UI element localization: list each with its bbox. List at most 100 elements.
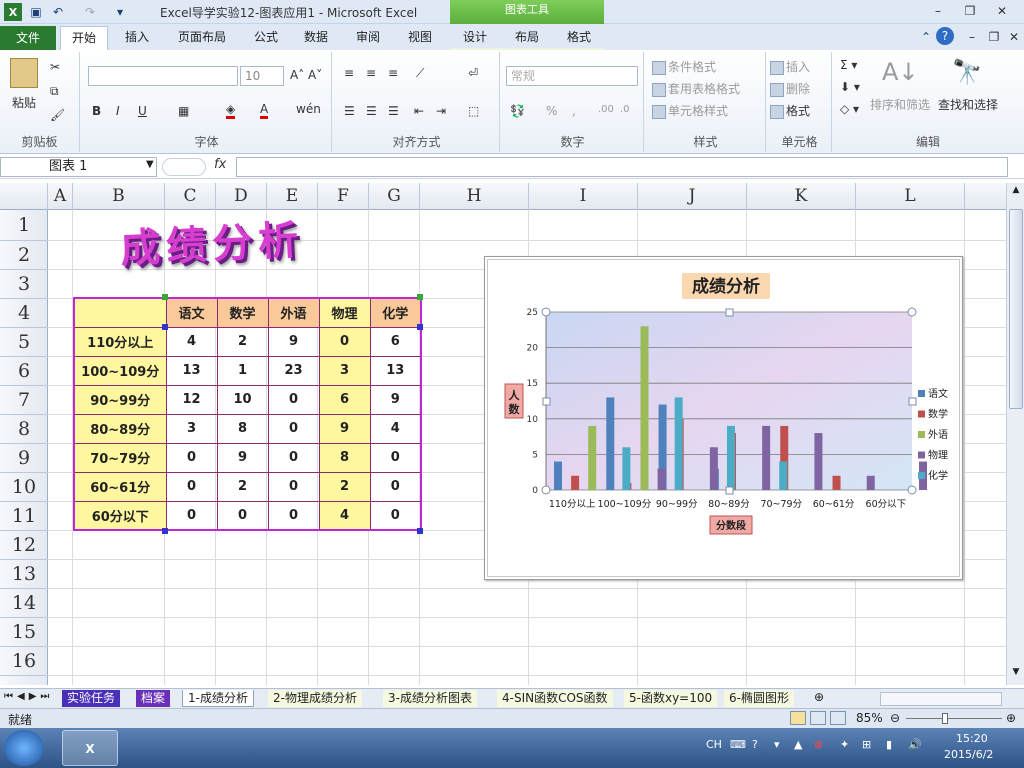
table-header-cell[interactable]: 外语 (267, 297, 320, 328)
tab-insert[interactable]: 插入 (116, 26, 158, 50)
merge-center-icon[interactable]: ⬚ (468, 104, 479, 118)
table-cell[interactable]: 8 (216, 413, 269, 444)
column-header[interactable]: J (638, 183, 747, 210)
align-top-icon[interactable]: ≡ (344, 66, 354, 80)
column-header[interactable]: B (73, 183, 165, 210)
table-cell[interactable]: 0 (267, 384, 320, 415)
table-cell[interactable]: 0 (165, 471, 218, 502)
tab-design[interactable]: 设计 (455, 26, 495, 50)
workbook-minimize-icon[interactable]: – (960, 28, 984, 46)
table-header-cell[interactable]: 化学 (369, 297, 422, 328)
insert-cells-button[interactable]: 插入 (770, 58, 810, 75)
row-header[interactable]: 9 (0, 444, 48, 473)
number-format-combo[interactable]: 常规 (506, 66, 638, 86)
sheet-tab[interactable]: 6-椭圆图形 (724, 690, 794, 707)
sheet-tab[interactable]: 档案 (136, 690, 171, 707)
underline-button[interactable]: U (138, 104, 147, 118)
sheet-nav-icon[interactable]: ⏮◀▶⏭ (4, 691, 53, 702)
align-center-icon[interactable]: ☰ (366, 104, 377, 118)
tab-layout[interactable]: 布局 (507, 26, 547, 50)
decrease-decimal-icon[interactable]: .0 (620, 104, 630, 115)
table-handle[interactable] (162, 324, 168, 330)
table-cell[interactable]: 2 (216, 471, 269, 502)
row-header[interactable]: 7 (0, 386, 48, 415)
border-icon[interactable]: ▦ (178, 104, 189, 118)
table-cell[interactable]: 0 (267, 413, 320, 444)
windows-flag-icon[interactable]: ⊞ (862, 738, 871, 751)
table-row-label[interactable]: 60分以下 (73, 500, 167, 531)
table-header-cell[interactable]: 语文 (165, 297, 218, 328)
conditional-format-button[interactable]: 条件格式 (652, 58, 716, 75)
column-header[interactable]: C (165, 183, 216, 210)
chart-area[interactable]: 成绩分析 0 5 10 15 20 25 人数 110分以上 100~109分 90~99分 80~8… (487, 259, 960, 577)
table-cell[interactable]: 12 (165, 384, 218, 415)
table-cell[interactable]: 4 (165, 326, 218, 357)
table-cell[interactable]: 6 (318, 384, 371, 415)
vertical-scrollbar[interactable]: ▲ ▼ (1006, 183, 1024, 685)
minimize-icon[interactable]: – (926, 2, 950, 20)
delete-cells-button[interactable]: 删除 (770, 80, 810, 97)
zoom-in-icon[interactable]: ⊕ (1006, 711, 1016, 725)
font-color-icon[interactable]: A (260, 102, 269, 119)
table-handle[interactable] (162, 294, 168, 300)
scroll-down-icon[interactable]: ▼ (1009, 667, 1023, 681)
tab-format[interactable]: 格式 (559, 26, 599, 50)
page-layout-view-icon[interactable] (810, 711, 826, 725)
table-handle[interactable] (162, 528, 168, 534)
undo-icon[interactable]: ↶ (50, 3, 66, 21)
font-size-combo[interactable]: 10 (240, 66, 284, 86)
keyboard-icon[interactable]: ⌨ (730, 738, 746, 751)
table-handle[interactable] (417, 294, 423, 300)
increase-indent-icon[interactable]: ⇥ (436, 104, 446, 118)
table-cell[interactable]: 0 (369, 442, 422, 473)
bold-button[interactable]: B (92, 104, 101, 118)
font-name-combo[interactable] (88, 66, 238, 86)
table-handle[interactable] (417, 528, 423, 534)
column-header[interactable]: I (529, 183, 638, 210)
row-header[interactable]: 16 (0, 647, 48, 676)
row-header[interactable]: 4 (0, 299, 48, 328)
orientation-icon[interactable]: ⟋ (416, 66, 424, 81)
insert-function-button[interactable]: fx (214, 157, 226, 172)
sort-filter-icon[interactable]: A↓ (882, 58, 919, 86)
excel-taskbar-icon[interactable]: X (62, 730, 118, 766)
align-middle-icon[interactable]: ≡ (366, 66, 376, 80)
column-header[interactable]: K (747, 183, 856, 210)
network-icon[interactable]: ▮ (886, 738, 892, 751)
column-header[interactable]: F (318, 183, 369, 210)
help-icon[interactable]: ? (936, 27, 954, 45)
table-header-cell[interactable]: 数学 (216, 297, 269, 328)
table-cell[interactable]: 0 (165, 500, 218, 531)
table-cell[interactable]: 1 (216, 355, 269, 386)
table-cell[interactable]: 2 (216, 326, 269, 357)
tab-review[interactable]: 审阅 (348, 26, 388, 50)
zoom-slider[interactable] (906, 718, 1002, 719)
input-language[interactable]: CH (706, 738, 722, 751)
format-cells-button[interactable]: 格式 (770, 102, 810, 119)
scroll-thumb[interactable] (1009, 209, 1023, 409)
table-cell[interactable]: 0 (267, 442, 320, 473)
table-header-cell[interactable]: 物理 (318, 297, 371, 328)
row-header[interactable]: 15 (0, 618, 48, 647)
formula-input[interactable] (236, 157, 1008, 177)
table-cell[interactable]: 4 (369, 413, 422, 444)
percent-icon[interactable]: % (546, 104, 557, 118)
sheet-tab-active[interactable]: 1-成绩分析 (182, 690, 254, 707)
table-cell[interactable]: 3 (165, 413, 218, 444)
name-box-dropdown-icon[interactable]: ▼ (146, 159, 154, 170)
tab-view[interactable]: 视图 (400, 26, 440, 50)
table-cell[interactable]: 4 (318, 500, 371, 531)
zoom-level[interactable]: 85% (856, 711, 883, 725)
table-cell[interactable]: 2 (318, 471, 371, 502)
table-row-label[interactable]: 80~89分 (73, 413, 167, 444)
chart-object[interactable]: 成绩分析 0 5 10 15 20 25 人数 110分以上 100~109分 90~99分 80~8… (484, 256, 963, 580)
table-cell[interactable]: 0 (318, 326, 371, 357)
tab-home[interactable]: 开始 (60, 26, 108, 50)
currency-icon[interactable]: 💱 (510, 104, 525, 118)
horizontal-scrollbar[interactable] (880, 692, 1002, 706)
table-cell[interactable]: 9 (267, 326, 320, 357)
paste-button[interactable]: 粘贴 (12, 94, 36, 111)
phonetic-icon[interactable]: wén (296, 102, 321, 116)
column-header[interactable]: A (48, 183, 73, 210)
table-row-label[interactable]: 70~79分 (73, 442, 167, 473)
